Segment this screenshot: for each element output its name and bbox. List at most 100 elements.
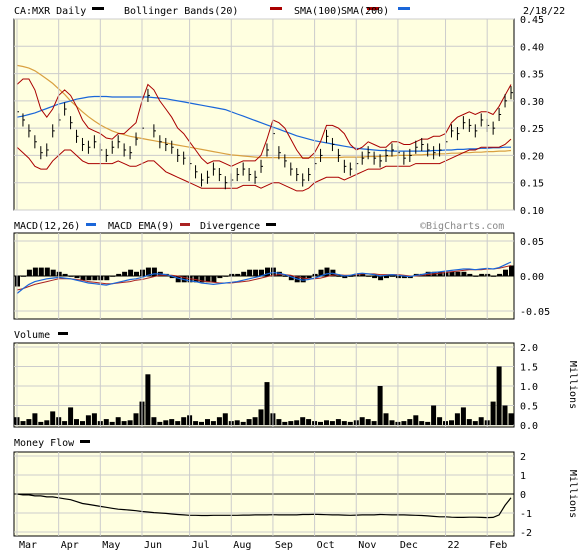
- divergence-bar: [116, 273, 122, 276]
- volume-bar: [151, 417, 157, 425]
- macd-panel: MACD(12,26) MACD EMA(9) Divergence ©BigC…: [13, 221, 550, 320]
- price-axis-ticks: 0.45 0.40 0.35 0.30 0.25 0.20 0.15 0.10: [520, 15, 544, 217]
- x-month-label: Nov: [358, 540, 376, 551]
- divergence-bar: [378, 276, 384, 281]
- x-month-label: Aug: [233, 540, 251, 551]
- x-month-label: Mar: [19, 540, 37, 551]
- macd-legend-swatch: [86, 223, 96, 226]
- price-panel: 0.45 0.40 0.35 0.30 0.25 0.20 0.15 0.10: [13, 15, 544, 217]
- divergence-bar: [110, 276, 116, 277]
- price-tick-label: 0.25: [520, 124, 544, 135]
- volume-bar: [252, 417, 258, 425]
- volume-bar: [91, 413, 97, 425]
- volume-bar: [145, 374, 151, 425]
- divergence-bar: [86, 276, 92, 281]
- legend-bollinger-label: Bollinger Bands(20): [124, 6, 238, 17]
- divergence-bar: [312, 273, 318, 276]
- divergence-bar: [509, 265, 514, 276]
- legend-sma200-label: SMA(200): [341, 6, 389, 17]
- volume-bar: [347, 421, 353, 425]
- volume-bar: [282, 421, 288, 425]
- volume-bar: [199, 421, 204, 425]
- divergence-bar: [366, 276, 372, 277]
- price-plot-area: [13, 18, 515, 211]
- price-tick-label: 0.30: [520, 97, 544, 108]
- volume-legend-swatch: [58, 332, 68, 335]
- divergence-bar: [62, 273, 68, 276]
- volume-title: Volume: [14, 330, 50, 341]
- volume-bar: [365, 419, 371, 425]
- volume-bar: [431, 405, 437, 425]
- divergence-bar: [306, 276, 312, 279]
- volume-bar: [50, 411, 56, 425]
- divergence-bar: [122, 271, 128, 276]
- macd-ema-legend-swatch: [180, 223, 190, 226]
- divergence-bar: [253, 269, 259, 276]
- x-month-label: 22: [448, 540, 460, 551]
- volume-bar: [216, 417, 222, 425]
- volume-bar: [502, 405, 508, 425]
- volume-bar: [222, 413, 228, 425]
- volume-bar: [175, 421, 181, 425]
- legend-sma100-label: SMA(100): [294, 6, 342, 17]
- volume-bar: [210, 421, 216, 425]
- volume-bar: [377, 386, 383, 425]
- volume-bar: [383, 413, 389, 425]
- x-month-label: Jul: [192, 540, 210, 551]
- divergence-bar: [104, 276, 110, 281]
- price-tick-label: 0.45: [520, 15, 544, 26]
- volume-bar: [205, 419, 210, 425]
- divergence-bar: [21, 276, 26, 277]
- volume-bar: [329, 421, 335, 425]
- volume-bar: [258, 409, 264, 425]
- divergence-bar: [241, 271, 247, 276]
- divergence-bar: [235, 273, 241, 276]
- divergence-bar: [473, 276, 479, 277]
- legend-sma200-swatch: [398, 7, 410, 10]
- divergence-bar: [455, 271, 461, 276]
- legend-bollinger-swatch: [270, 7, 282, 10]
- volume-bar: [508, 413, 514, 425]
- volume-bar: [121, 421, 127, 425]
- stock-chart: CA:MXR Daily Bollinger Bands(20) SMA(100…: [0, 0, 579, 553]
- volume-bar: [157, 421, 163, 425]
- macd-ema-legend-label: MACD EMA(9): [108, 221, 174, 232]
- x-month-label: Apr: [61, 540, 79, 551]
- volume-bar: [460, 407, 466, 425]
- divergence-bar: [479, 273, 485, 276]
- chart-canvas: CA:MXR Daily Bollinger Bands(20) SMA(100…: [13, 6, 578, 551]
- price-tick-label: 0.35: [520, 70, 544, 81]
- money-flow-unit-label: Millions: [567, 470, 578, 518]
- volume-bar: [163, 420, 169, 425]
- divergence-legend-swatch: [266, 223, 276, 226]
- divergence-bar: [211, 276, 217, 283]
- volume-tick-label: 1.0: [520, 382, 538, 393]
- divergence-bar: [300, 276, 306, 283]
- volume-bar: [193, 421, 199, 425]
- divergence-bar: [348, 276, 354, 277]
- macd-legend-label: MACD(12,26): [14, 221, 80, 232]
- divergence-bar: [50, 269, 56, 276]
- price-legend-swatch: [92, 7, 104, 10]
- money-flow-tick-label: 0: [520, 490, 526, 501]
- money-flow-panel: Money Flow 2 1 0 -1 -2 Millions: [13, 438, 578, 539]
- volume-bar: [133, 413, 139, 425]
- volume-bar: [466, 419, 472, 425]
- volume-tick-label: 2.0: [520, 343, 538, 354]
- volume-bar: [472, 421, 478, 425]
- price-tick-label: 0.15: [520, 179, 544, 190]
- volume-bar: [44, 420, 50, 425]
- volume-panel: Volume 2.0 1.5 1.0 0.5 0.0 Millions: [13, 330, 578, 432]
- divergence-bar: [503, 269, 508, 276]
- volume-bar: [496, 366, 502, 425]
- price-header: CA:MXR Daily Bollinger Bands(20) SMA(100…: [14, 6, 565, 17]
- volume-bar: [294, 420, 300, 425]
- volume-bar: [288, 421, 294, 425]
- volume-bar: [371, 421, 377, 425]
- volume-bar: [359, 417, 365, 425]
- price-tick-label: 0.10: [520, 206, 544, 217]
- money-flow-axis-ticks: 2 1 0 -1 -2: [520, 452, 532, 539]
- volume-unit-label: Millions: [567, 361, 578, 409]
- divergence-bar: [38, 267, 44, 276]
- divergence-bar: [247, 269, 253, 276]
